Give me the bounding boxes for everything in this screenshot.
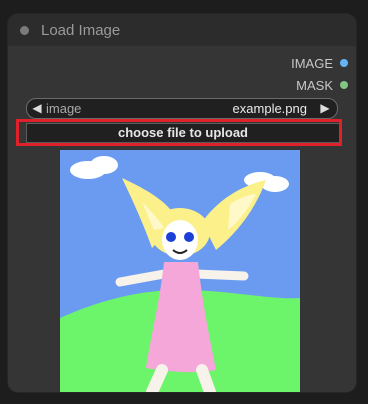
output-label-mask: MASK	[296, 77, 333, 93]
output-mask-slot-icon[interactable]	[340, 81, 348, 89]
preview-left-eye	[166, 232, 176, 242]
image-combo-widget[interactable]: ◀ image example.png ▶	[26, 98, 338, 119]
node-header[interactable]: Load Image	[8, 14, 356, 46]
combo-label: image	[46, 101, 82, 116]
preview-right-arm	[191, 269, 249, 281]
image-preview	[60, 150, 300, 392]
output-image-slot-icon[interactable]	[340, 59, 348, 67]
collapse-dot-icon[interactable]	[20, 26, 29, 35]
combo-left-arrow-icon[interactable]: ◀	[28, 99, 46, 118]
output-image: IMAGE	[291, 54, 348, 72]
preview-right-eye	[184, 232, 194, 242]
output-label-image: IMAGE	[291, 55, 333, 71]
node-title: Load Image	[41, 22, 121, 39]
combo-value[interactable]: example.png	[233, 101, 307, 116]
load-image-node[interactable]: Load Image IMAGE MASK ◀ image example.pn…	[8, 14, 356, 392]
output-mask: MASK	[296, 76, 348, 94]
preview-right-leg	[196, 364, 216, 392]
combo-right-arrow-icon[interactable]: ▶	[316, 99, 334, 118]
upload-button[interactable]: choose file to upload	[26, 123, 340, 143]
